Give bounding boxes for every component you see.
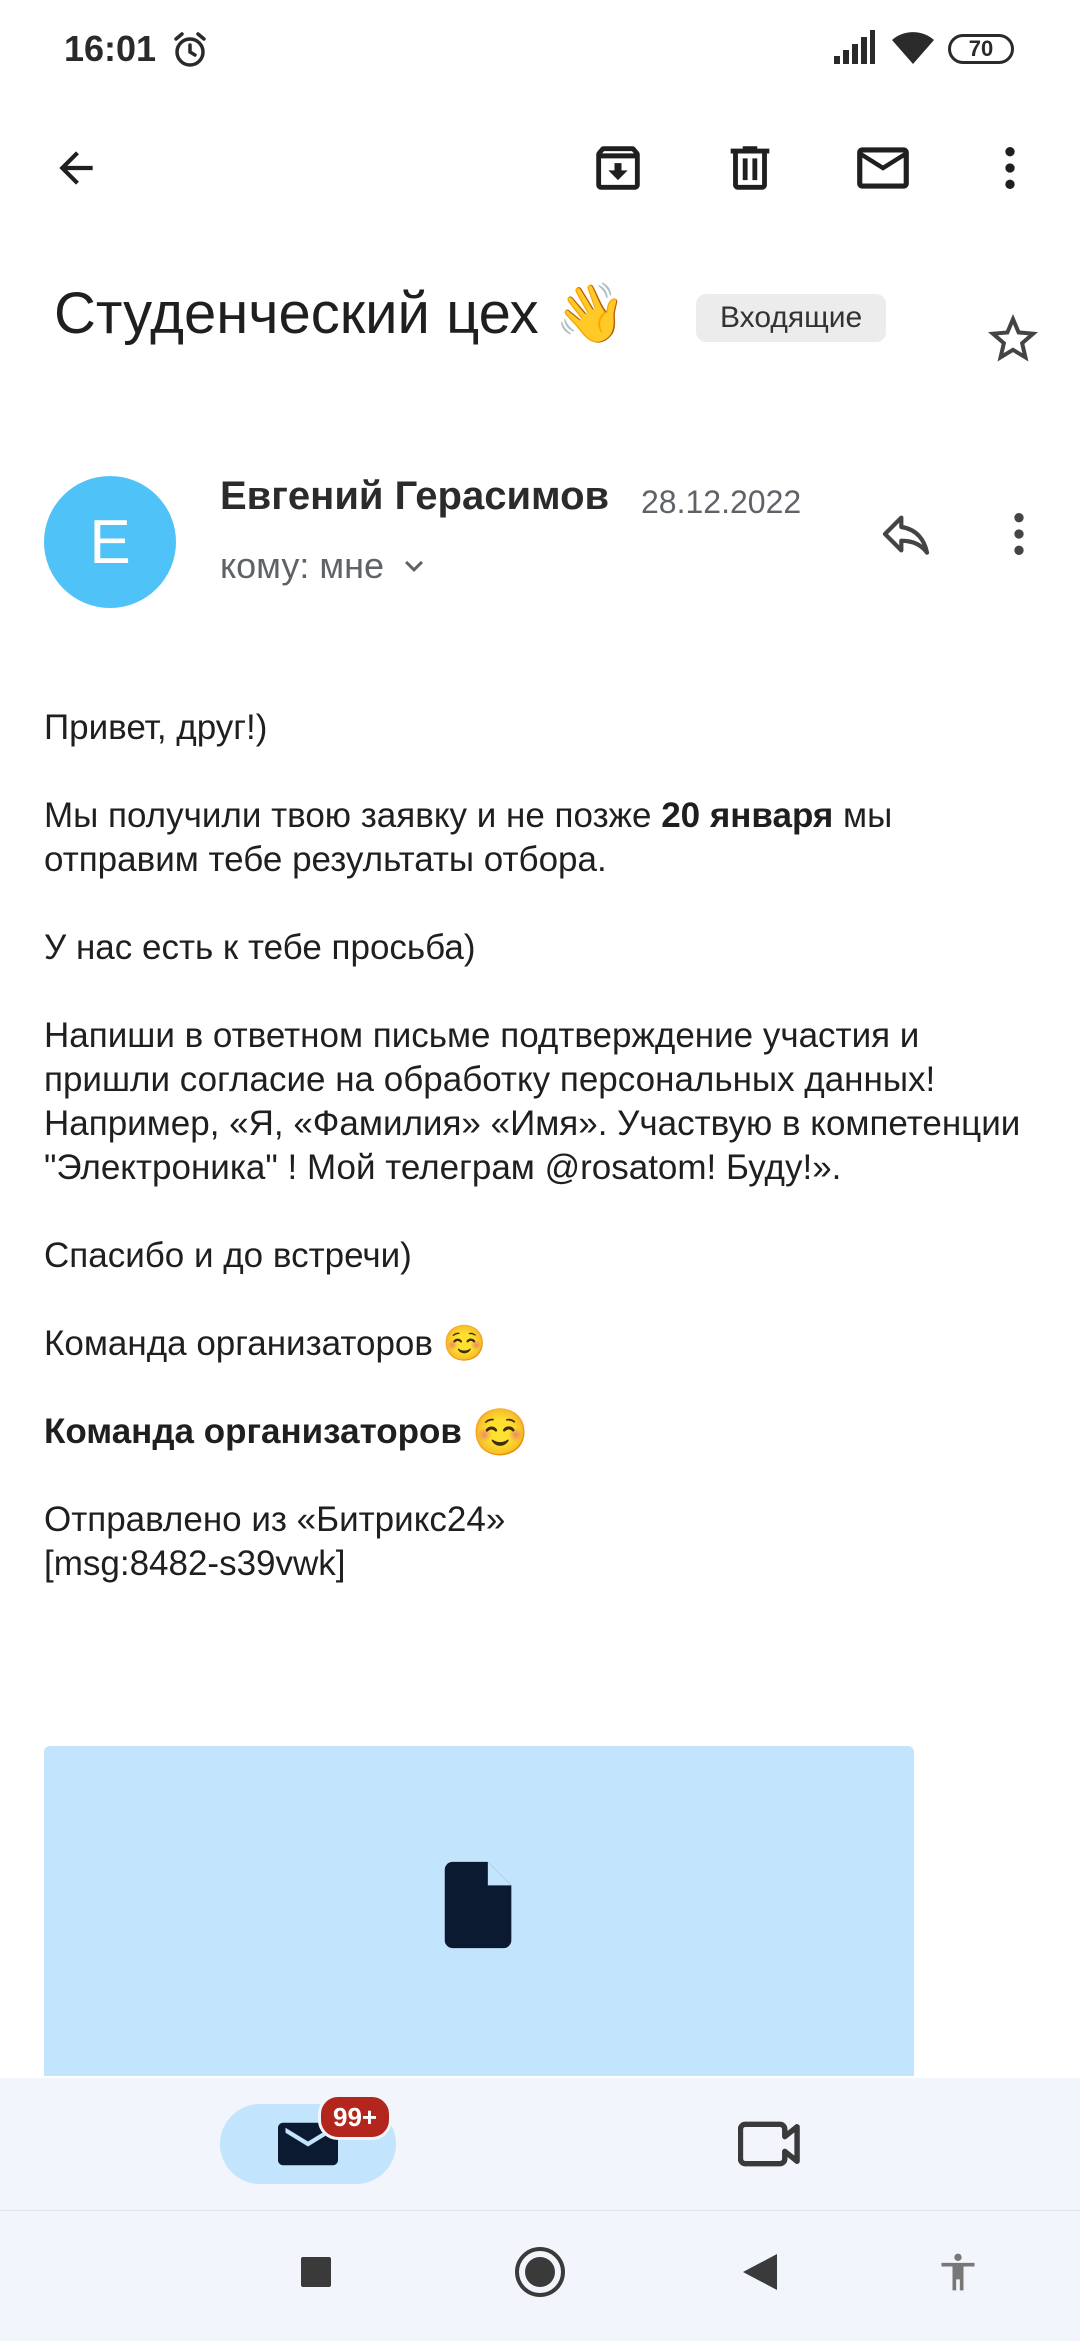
body-paragraph: Мы получили твою заявку и не позже 20 ян…: [44, 796, 893, 879]
status-bar: 16:01 70: [0, 0, 1080, 100]
inbox-label-chip[interactable]: Входящие: [696, 294, 887, 342]
body-paragraph: У нас есть к тебе просьба): [44, 928, 476, 967]
home-button[interactable]: [508, 2240, 572, 2304]
unread-count-badge: 99+: [318, 2094, 393, 2140]
footer: Отправлено из «Битрикс24» [msg:8482-s39vw…: [44, 1500, 506, 1583]
recipients-toggle[interactable]: кому: мне: [220, 545, 432, 587]
email-subject: Студенческий цех 👋: [54, 281, 627, 346]
file-icon: [444, 1861, 512, 1949]
reply-button[interactable]: [868, 496, 944, 572]
accessibility-button[interactable]: [926, 2240, 990, 2304]
back-nav-button[interactable]: [728, 2240, 792, 2304]
archive-button[interactable]: [580, 130, 656, 206]
more-vert-icon: [1014, 513, 1024, 555]
smile-emoji: ☺️: [471, 1406, 529, 1458]
square-icon: [301, 2257, 331, 2287]
reply-icon: [882, 515, 930, 555]
back-button[interactable]: [38, 130, 114, 206]
meet-tab[interactable]: [730, 2104, 810, 2184]
delete-button[interactable]: [712, 130, 788, 206]
wifi-icon: [892, 32, 934, 64]
body-greeting: Привет, друг!): [44, 708, 268, 747]
chevron-down-icon: [405, 560, 423, 572]
sender-name: Евгений Герасимов: [220, 474, 610, 518]
bottom-navigation: [0, 2078, 1080, 2210]
cellular-signal-icon: [834, 30, 875, 64]
status-time: 16:01: [64, 28, 157, 69]
recents-button[interactable]: [284, 2240, 348, 2304]
archive-icon: [596, 146, 640, 190]
sender-avatar[interactable]: Е: [44, 476, 176, 608]
body-paragraph: Команда организаторов ☺️: [44, 1324, 487, 1363]
back-arrow-icon: [59, 151, 93, 185]
recipients-text: кому: мне: [220, 545, 384, 586]
alarm-icon: [174, 32, 206, 67]
body-paragraph: Напиши в ответном письме подтверждение у…: [44, 1016, 1021, 1187]
body-paragraph: Спасибо и до встречи): [44, 1236, 412, 1275]
mark-unread-button[interactable]: [843, 130, 923, 206]
video-camera-icon: [738, 2121, 800, 2167]
message-more-button[interactable]: [986, 496, 1052, 572]
more-vert-icon: [1005, 147, 1015, 189]
more-options-button[interactable]: [975, 130, 1045, 206]
mail-icon: [857, 147, 909, 189]
trash-icon: [730, 146, 770, 190]
triangle-back-icon: [743, 2254, 777, 2290]
accessibility-icon: [941, 2253, 975, 2291]
star-outline-icon: [988, 314, 1038, 362]
battery-indicator: 70: [948, 34, 1014, 64]
attachment-preview[interactable]: [44, 1746, 914, 2076]
message-body: Привет, друг!) Мы получили твою заявку и…: [44, 706, 1044, 1586]
circle-icon: [515, 2247, 565, 2297]
signature: Команда организаторов ☺️: [44, 1406, 529, 1458]
star-button[interactable]: [980, 306, 1046, 372]
message-date: 28.12.2022: [641, 484, 802, 520]
